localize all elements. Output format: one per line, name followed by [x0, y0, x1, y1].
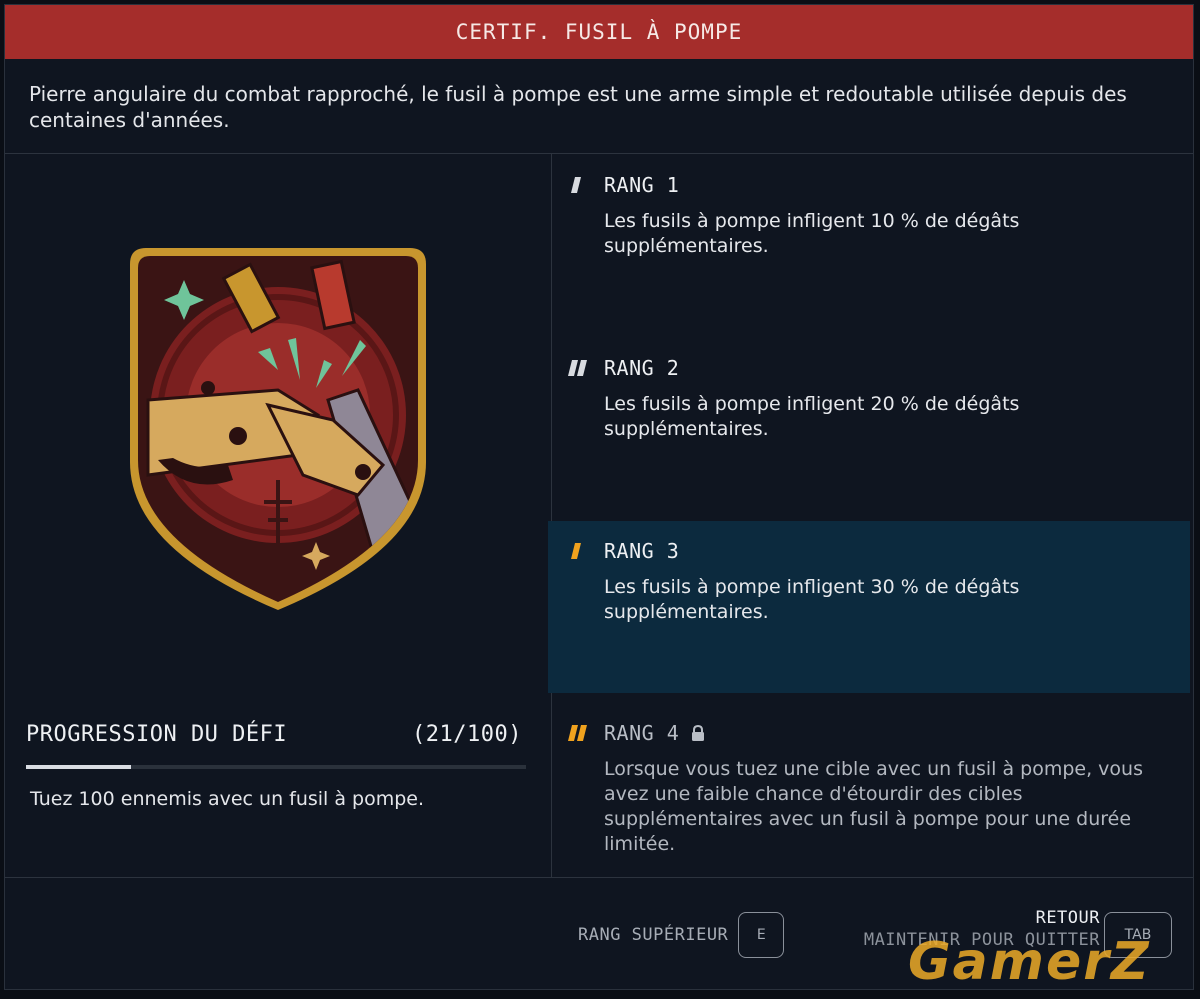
- challenge-description: Tuez 100 ennemis avec un fusil à pompe.: [30, 788, 425, 810]
- lock-icon: [692, 725, 705, 741]
- challenge-count: (21/100): [412, 722, 522, 747]
- rank-4-item[interactable]: RANG 4 Lorsque vous tuez une cible avec …: [548, 703, 1190, 877]
- rank-3-description: Les fusils à pompe infligent 30 % de dég…: [604, 576, 1020, 623]
- challenge-progress-bar: [26, 765, 526, 769]
- divider: [5, 153, 1193, 154]
- rank-4-label: RANG 4: [604, 721, 680, 745]
- rank-3-icon: [571, 543, 581, 559]
- shotgun-badge-icon: [130, 248, 426, 610]
- rank-3-label: RANG 3: [604, 539, 680, 563]
- skill-description: Pierre angulaire du combat rapproché, le…: [29, 82, 1127, 132]
- challenge-progress-fill: [26, 765, 131, 769]
- rank-3-item[interactable]: RANG 3 Les fusils à pompe infligent 30 %…: [548, 521, 1190, 693]
- rank-2-label: RANG 2: [604, 356, 680, 380]
- divider: [5, 877, 1193, 878]
- rank-1-label: RANG 1: [604, 173, 680, 197]
- rank-2-description: Les fusils à pompe infligent 20 % de dég…: [604, 393, 1020, 440]
- rank-up-control[interactable]: RANG SUPÉRIEUR E: [578, 912, 785, 958]
- challenge-title: PROGRESSION DU DÉFI: [26, 722, 288, 747]
- rank-4-icon: [568, 725, 587, 741]
- rank-4-description: Lorsque vous tuez une cible avec un fusi…: [604, 758, 1143, 855]
- rank-2-icon: [568, 360, 587, 376]
- rank-2-item[interactable]: RANG 2 Les fusils à pompe infligent 20 %…: [548, 338, 1190, 521]
- back-label: RETOUR: [1035, 908, 1100, 928]
- watermark-logo: GamerZ: [908, 932, 1151, 992]
- rank-1-item[interactable]: RANG 1 Les fusils à pompe infligent 10 %…: [548, 155, 1190, 338]
- rank-1-description: Les fusils à pompe infligent 10 % de dég…: [604, 210, 1020, 257]
- rank-up-label: RANG SUPÉRIEUR: [578, 925, 729, 945]
- challenge-progress-header: PROGRESSION DU DÉFI (21/100): [26, 722, 522, 747]
- rank-1-icon: [571, 177, 581, 193]
- panel-title: CERTIF. FUSIL À POMPE: [5, 5, 1193, 59]
- e-key-button[interactable]: E: [738, 912, 785, 958]
